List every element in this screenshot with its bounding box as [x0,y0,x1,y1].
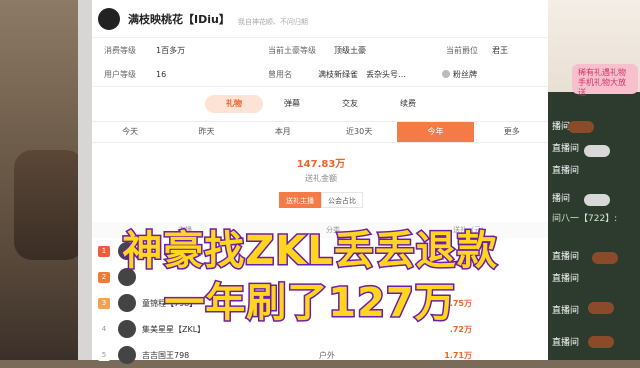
gift-event-badge[interactable]: 稀有礼遇礼物 手机礼物大放送 [572,64,638,97]
range-this-year[interactable]: 今年 [397,122,474,142]
info-value: 1百多万 [156,45,186,55]
fan-badge-icon [442,70,450,78]
caption-line-1: 神豪找ZKL丢丢退款 [121,227,499,276]
rank-badge: 5 [98,349,110,361]
range-last-30-days[interactable]: 近30天 [321,122,397,142]
streamer-name: 吉吉国王798 [142,350,190,360]
profile-tabs: 礼物 弹幕 交友 续费 [92,95,550,113]
horse-icon [584,194,610,206]
horse-icon [588,336,614,348]
info-value: 满枝新绿雀 丢杂头号… [318,69,406,79]
chat-line: 直播间 [552,166,580,176]
horse-icon [584,145,610,157]
switch-gift-streamers[interactable]: 送礼主播 [279,192,321,208]
range-this-month[interactable]: 本月 [245,122,321,142]
info-label: 曾用名 [268,69,292,79]
avatar[interactable] [98,7,120,30]
range-today[interactable]: 今天 [92,122,168,142]
avatar [118,346,136,364]
gift-amount: 1.71万 [444,350,472,360]
info-label: 当前土豪等级 [268,45,316,55]
range-yesterday[interactable]: 昨天 [168,122,244,142]
view-switch: 送礼主播 公会占比 [92,192,550,208]
range-more[interactable]: 更多 [474,122,550,142]
user-name: 满枝映桃花【IDiu】 [128,12,230,26]
info-label: 消费等级 [104,45,136,55]
total-gift-amount: 147.83万 [296,159,346,170]
tab-danmaku[interactable]: 弹幕 [263,95,321,113]
total-gift-label: 送礼金额 [305,174,337,183]
caption-line-2: 一年刷了127万 [163,279,457,328]
profile-header: 满枝映桃花【IDiu】 我自神花顺、不问归期 [92,0,550,38]
info-value: 君王 [492,45,508,55]
info-label: 当前爵位 [446,45,478,55]
table-row[interactable]: 5 吉吉国王798 户外 1.71万 [92,342,550,368]
tab-renewal[interactable]: 续费 [379,95,437,113]
user-info: 消费等级 1百多万 当前土豪等级 顶级土豪 当前爵位 君王 用户等级 16 曾用… [92,38,550,86]
time-range-tabs: 今天 昨天 本月 近30天 今年 更多 [92,121,550,143]
info-label: 用户等级 [104,69,136,79]
chat-line: 播间 [552,122,571,132]
streamer-category: 户外 [319,350,335,360]
user-signature: 我自神花顺、不问归期 [237,17,308,26]
info-value: 16 [156,69,167,79]
tab-friends[interactable]: 交友 [321,95,379,113]
switch-guild-share[interactable]: 公会占比 [321,192,363,208]
fan-badge-label: 粉丝牌 [453,69,477,79]
tab-gift[interactable]: 礼物 [205,95,263,113]
total-gift: 147.83万 送礼金额 [92,155,550,184]
horse-icon [568,121,594,133]
info-value: 顶级土豪 [334,45,366,55]
